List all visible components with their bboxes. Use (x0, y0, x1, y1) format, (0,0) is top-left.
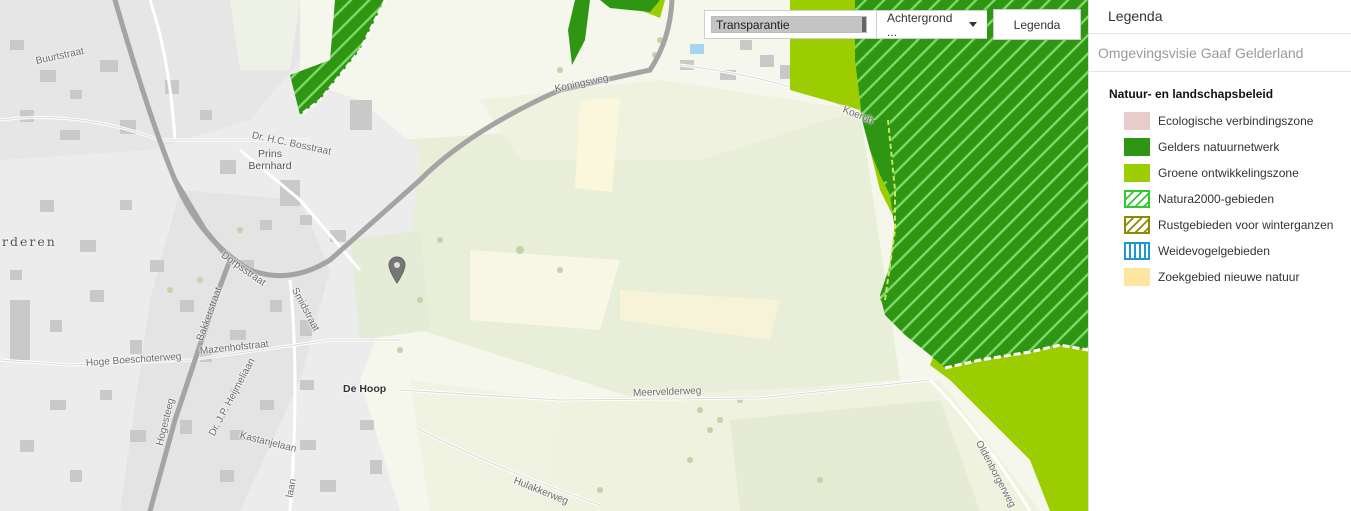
place-label-de-hoop: De Hoop (343, 383, 387, 395)
transparency-slider[interactable]: Transparantie (711, 16, 867, 33)
legend-button[interactable]: Legenda (993, 9, 1081, 40)
background-dropdown[interactable]: Achtergrond ... (876, 10, 987, 39)
legend-swatch (1124, 164, 1150, 182)
legend-item-label: Natura2000-gebieden (1158, 192, 1275, 206)
legend-panel: Legenda Omgevingsvisie Gaaf Gelderland N… (1088, 0, 1351, 511)
town-label: rderen (2, 234, 57, 249)
legend-item-label: Zoekgebied nieuwe natuur (1158, 270, 1300, 284)
map-toolbar: Transparantie Achtergrond ... Legenda (704, 9, 1081, 40)
legend-swatch (1124, 242, 1150, 260)
caret-down-icon (969, 22, 977, 27)
legend-group: Natuur- en landschapsbeleid Ecologische … (1089, 72, 1351, 290)
legend-panel-subtitle[interactable]: Omgevingsvisie Gaaf Gelderland (1089, 34, 1351, 72)
legend-item-label: Ecologische verbindingszone (1158, 114, 1314, 128)
legend-item-gelders-natuurnetwerk: Gelders natuurnetwerk (1109, 134, 1351, 160)
legend-item-label: Weidevogelgebieden (1158, 244, 1270, 258)
legend-item-weidevogelgebieden: Weidevogelgebieden (1109, 238, 1351, 264)
legend-item-label: Rustgebieden voor winterganzen (1158, 218, 1334, 232)
legend-item-natura2000: Natura2000-gebieden (1109, 186, 1351, 212)
legend-item-rustgebieden-winterganzen: Rustgebieden voor winterganzen (1109, 212, 1351, 238)
legend-swatch (1124, 216, 1150, 234)
legend-list: Ecologische verbindingszone Gelders natu… (1109, 108, 1351, 290)
legend-panel-title: Legenda (1089, 0, 1351, 34)
transparency-slider-handle[interactable] (862, 17, 866, 32)
legend-item-groene-ontwikkelingszone: Groene ontwikkelingszone (1109, 160, 1351, 186)
legend-swatch (1124, 190, 1150, 208)
legend-item-ecologische-verbindingszone: Ecologische verbindingszone (1109, 108, 1351, 134)
place-label-prins-bernhard: Prins Bernhard (248, 148, 292, 172)
legend-group-title: Natuur- en landschapsbeleid (1109, 87, 1274, 101)
location-pin-icon[interactable] (388, 256, 406, 284)
legend-item-label: Gelders natuurnetwerk (1158, 140, 1280, 154)
map-canvas[interactable]: Buurtstraat Koningsweg Dr. H.C. Bosstraa… (0, 0, 1088, 511)
legend-item-zoekgebied-nieuwe-natuur: Zoekgebied nieuwe natuur (1109, 264, 1351, 290)
legend-item-label: Groene ontwikkelingszone (1158, 166, 1299, 180)
legend-swatch (1124, 268, 1150, 286)
app-window: Buurtstraat Koningsweg Dr. H.C. Bosstraa… (0, 0, 1351, 511)
transparency-control[interactable]: Transparantie (704, 10, 876, 39)
transparency-label: Transparantie (716, 18, 790, 32)
legend-swatch (1124, 138, 1150, 156)
legend-swatch (1124, 112, 1150, 130)
background-dropdown-label: Achtergrond ... (887, 10, 953, 39)
